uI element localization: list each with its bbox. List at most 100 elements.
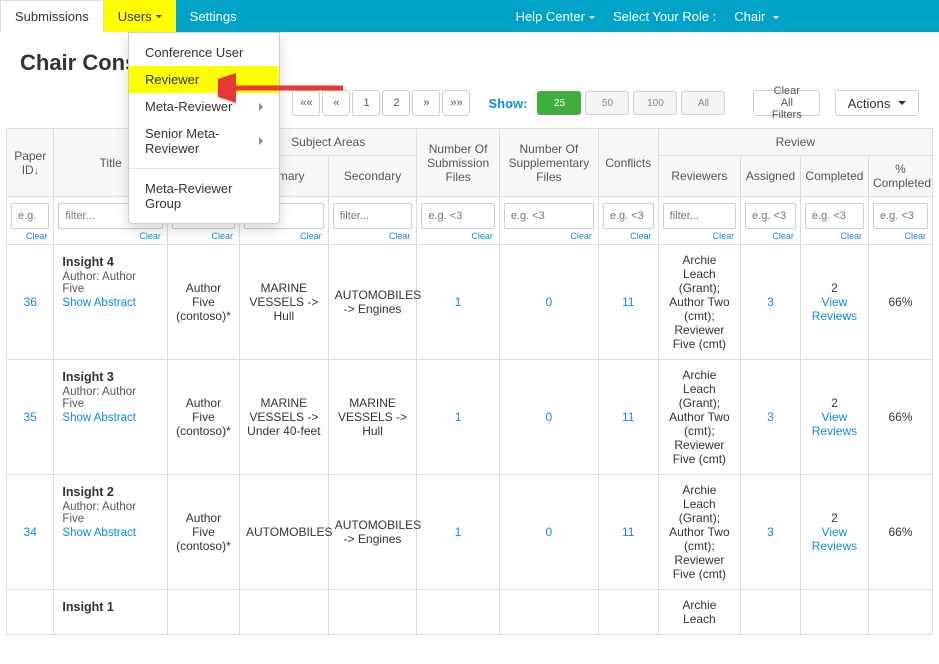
dropdown-item-reviewer[interactable]: Reviewer [129,66,279,93]
col-header-review: Review [658,129,932,156]
col-header-pct-completed[interactable]: % Completed [868,156,932,197]
page-size-all[interactable]: All [681,91,725,115]
select-role-label: Select Your Role : [613,9,716,24]
col-header-reviewers[interactable]: Reviewers [658,156,740,197]
dropdown-item-meta-reviewer[interactable]: Meta-Reviewer [129,93,279,120]
col-header-conflicts[interactable]: Conflicts [598,129,658,197]
paper-id-link[interactable]: 36 [24,295,37,309]
caret-down-icon [773,16,779,19]
cell-secondary: AUTOMOBILES -> Engines [328,245,417,360]
paper-id-link[interactable]: 34 [24,525,37,539]
cell-conflicts-link[interactable]: 11 [622,295,634,309]
col-header-assigned[interactable]: Assigned [741,156,801,197]
filter-sup-files[interactable] [504,203,594,229]
cell-authors_cell: Author Five (contoso)* [167,245,239,360]
view-reviews-link[interactable]: View Reviews [807,410,862,438]
filter-conflicts-clear[interactable]: Clear [603,231,654,244]
clear-all-filters-button[interactable]: Clear All Filters [753,90,820,116]
view-reviews-link[interactable]: View Reviews [807,295,862,323]
filter-authors-clear[interactable]: Clear [172,231,235,244]
cell-primary: AUTOMOBILES [240,475,329,590]
page-size-25[interactable]: 25 [537,91,581,115]
filter-pct-clear[interactable]: Clear [873,231,928,244]
help-center-link[interactable]: Help Center [516,9,595,24]
cell-pct: 66% [868,360,932,475]
author-line: Author: Author Five [62,386,158,410]
filter-completed[interactable] [805,203,864,229]
filter-sub-files-clear[interactable]: Clear [421,231,494,244]
cell-reviewers: Archie Leach (Grant); Author Two (cmt); … [658,475,740,590]
cell-pct [868,590,932,635]
cell-reviewers: Archie Leach (Grant); Author Two (cmt); … [658,245,740,360]
pager-page-2[interactable]: 2 [382,90,410,116]
filter-assigned[interactable] [745,203,796,229]
cell-conflicts-link[interactable]: 11 [622,410,634,424]
cell-sup_files-link[interactable]: 0 [546,525,553,539]
topbar-right: Help Center Select Your Role : Chair [516,0,939,32]
pager-last[interactable]: »» [442,90,470,116]
role-selector[interactable]: Chair [734,9,779,24]
author-line: Author: Author Five [62,271,158,295]
filter-reviewers-clear[interactable]: Clear [663,231,736,244]
cell-sub_files-link[interactable]: 1 [455,295,462,309]
col-header-sub-files[interactable]: Number Of Submission Files [417,129,499,197]
cell-sup_files-link[interactable]: 0 [546,295,553,309]
cell-reviewers: Archie Leach [658,590,740,635]
cell-primary: MARINE VESSELS -> Hull [240,245,329,360]
page-size-50[interactable]: 50 [585,91,629,115]
filter-secondary[interactable] [333,203,413,229]
cell-assigned-link[interactable]: 3 [767,525,774,539]
dropdown-item-meta-reviewer-group[interactable]: Meta-Reviewer Group [129,175,279,217]
submenu-arrow-icon [259,137,263,145]
cell-assigned-link[interactable]: 3 [767,295,774,309]
filter-completed-clear[interactable]: Clear [805,231,864,244]
filter-paper-id[interactable] [11,203,49,229]
page-size-100[interactable]: 100 [633,91,677,115]
col-header-completed[interactable]: Completed [800,156,868,197]
filter-secondary-clear[interactable]: Clear [333,231,413,244]
col-header-secondary[interactable]: Secondary [328,156,417,197]
pager-page-1[interactable]: 1 [352,90,380,116]
cell-authors_cell: Author Five (contoso)* [167,360,239,475]
actions-button[interactable]: Actions [835,90,919,116]
cell-primary [240,590,329,635]
filter-sub-files[interactable] [421,203,494,229]
col-header-sup-files[interactable]: Number Of Supplementary Files [499,129,598,197]
cell-sub_files-link[interactable]: 1 [455,525,462,539]
cell-sup_files-link[interactable]: 0 [546,410,553,424]
cell-assigned-link[interactable]: 3 [767,410,774,424]
pager-first[interactable]: «« [292,90,320,116]
cell-secondary [328,590,417,635]
cell-conflicts-link[interactable]: 11 [622,525,634,539]
dropdown-item-senior-meta-reviewer[interactable]: Senior Meta-Reviewer [129,120,279,162]
top-nav: Submissions Users Settings Help Center S… [0,0,939,32]
dropdown-item-conference-user[interactable]: Conference User [129,39,279,66]
filter-primary-clear[interactable]: Clear [244,231,324,244]
filter-title-clear[interactable]: Clear [58,231,162,244]
filter-assigned-clear[interactable]: Clear [745,231,796,244]
tab-users-label: Users [118,9,152,24]
cell-pct: 66% [868,475,932,590]
tab-submissions[interactable]: Submissions [0,0,104,32]
col-header-paper-id[interactable]: Paper ID↓ [7,129,54,197]
filter-reviewers[interactable] [663,203,736,229]
cell-reviewers: Archie Leach (Grant); Author Two (cmt); … [658,360,740,475]
filter-pct[interactable] [873,203,928,229]
pager-next[interactable]: » [412,90,440,116]
sort-desc-icon: ↓ [34,166,39,177]
pager-prev[interactable]: « [322,90,350,116]
show-abstract-link[interactable]: Show Abstract [62,297,136,309]
paper-id-link[interactable]: 35 [24,410,37,424]
cell-authors_cell: Author Five (contoso)* [167,475,239,590]
cell-authors_cell [167,590,239,635]
filter-paper-id-clear[interactable]: Clear [11,231,49,244]
view-reviews-link[interactable]: View Reviews [807,525,862,553]
tab-settings[interactable]: Settings [176,0,251,32]
pager: «« « 1 2 » »» [292,90,470,116]
tab-users[interactable]: Users [104,0,176,32]
cell-sub_files-link[interactable]: 1 [455,410,462,424]
filter-sup-files-clear[interactable]: Clear [504,231,594,244]
show-abstract-link[interactable]: Show Abstract [62,412,136,424]
show-abstract-link[interactable]: Show Abstract [62,527,136,539]
filter-conflicts[interactable] [603,203,654,229]
